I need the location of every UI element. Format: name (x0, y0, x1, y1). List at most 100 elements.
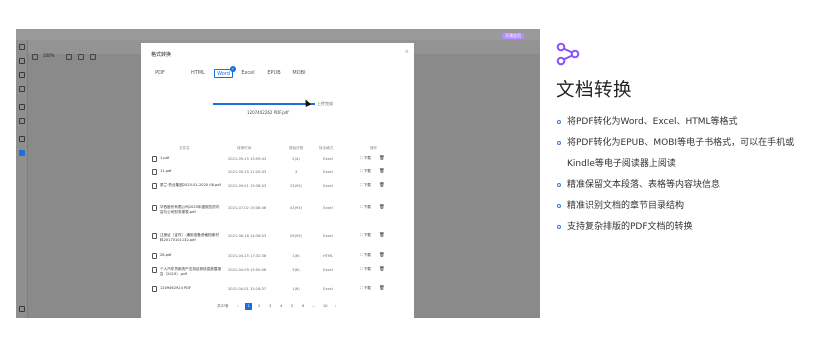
pagination: 共37条 ‹ 1 2 3 4 5 6 ... 10 › (141, 303, 414, 311)
delete-icon[interactable]: 🗑 (379, 267, 385, 272)
page-button[interactable]: 10 (323, 304, 328, 308)
convert-logo-icon (556, 42, 580, 66)
delete-icon[interactable]: 🗑 (379, 286, 385, 291)
tab-word-label: Word (217, 71, 230, 77)
file-icon (152, 169, 157, 175)
dialog-title: 格式转换 (151, 52, 172, 58)
search-icon[interactable] (19, 86, 25, 92)
upload-progress-bar (213, 103, 315, 105)
download-label: 下载 (363, 169, 371, 173)
play-icon[interactable] (19, 136, 25, 142)
download-button[interactable]: ⛶ 下载 (360, 205, 371, 210)
page-count: 2(4) (292, 157, 300, 161)
tab-html[interactable]: HTML (189, 69, 207, 78)
download-label: 下载 (363, 205, 371, 209)
page-count: 29(93) (290, 234, 302, 238)
file-icon (152, 253, 157, 259)
convert-time: 2021-09-15 11:20:43 (228, 170, 267, 174)
file-name: 1209462924 PDF (160, 286, 192, 290)
column-header: 原始页数 (289, 146, 304, 150)
tab-word[interactable]: Word ✓ (214, 66, 236, 78)
file-icon (152, 233, 157, 239)
page-button[interactable]: 6 (302, 304, 304, 308)
page-button[interactable]: 2 (258, 304, 260, 308)
delete-icon[interactable]: 🗑 (379, 205, 385, 210)
delete-icon[interactable]: 🗑 (379, 169, 385, 174)
convert-time: 2021-06-18 14:36:03 (228, 234, 267, 238)
file-name: 28.pdf (160, 253, 172, 257)
next-page-button[interactable]: › (335, 304, 336, 308)
file-icon (152, 286, 157, 292)
delete-icon[interactable]: 🗑 (379, 156, 385, 161)
prev-page-button[interactable]: ‹ (237, 304, 238, 308)
bullet-icon (557, 225, 561, 229)
settings-icon[interactable] (19, 306, 25, 312)
feature-text: 支持复杂排版的PDF文档的转换 (567, 222, 693, 232)
delete-icon[interactable]: 🗑 (379, 183, 385, 188)
column-header: 操作 (370, 146, 378, 150)
convert-time: 2021-07-02 15:08:46 (228, 206, 267, 210)
convert-time: 2021-04-15 17:32:38 (228, 254, 267, 258)
lock-icon[interactable] (19, 104, 25, 110)
tab-mobi[interactable]: MOBI (291, 69, 307, 78)
bookmark-icon[interactable] (19, 72, 25, 78)
vip-button[interactable]: 开通会员 (502, 33, 524, 39)
page-count: 3(6) (292, 268, 300, 272)
file-name: 1.pdf (160, 156, 170, 160)
download-button[interactable]: ⛶ 下载 (360, 156, 371, 161)
rotate-icon[interactable] (66, 54, 72, 60)
close-icon[interactable]: × (405, 49, 409, 55)
download-button[interactable]: ⛶ 下载 (360, 183, 371, 188)
page-ellipsis: ... (312, 304, 316, 308)
convert-icon[interactable] (19, 150, 25, 156)
page-count: 23(93) (290, 184, 302, 188)
zoom-level[interactable]: 100% (43, 53, 54, 58)
upload-progress-fill (213, 103, 315, 105)
output-format: Excel (323, 234, 333, 238)
output-format: Excel (323, 268, 333, 272)
download-button[interactable]: ⛶ 下载 (360, 233, 371, 238)
file-icon (152, 183, 157, 189)
feature-text-continued: Kindle等电子阅读器上阅读 (567, 159, 676, 169)
bullet-icon (557, 183, 561, 187)
download-button[interactable]: ⛶ 下载 (360, 267, 371, 272)
star-icon[interactable] (19, 118, 25, 124)
delete-icon[interactable]: 🗑 (379, 233, 385, 238)
page-button[interactable]: 5 (291, 304, 293, 308)
convert-time: 2021-04-01 15:18:37 (228, 287, 267, 291)
page-button-current[interactable]: 1 (245, 303, 252, 310)
panel-title: 文档转换 (556, 80, 633, 101)
folder-icon[interactable] (19, 44, 25, 50)
delete-icon[interactable]: 🗑 (379, 253, 385, 258)
column-header: 文件名 (179, 146, 190, 150)
download-label: 下载 (363, 183, 371, 187)
download-button[interactable]: ⛶ 下载 (360, 253, 371, 258)
page-button[interactable]: 4 (280, 304, 282, 308)
file-name: 11.pdf (160, 169, 172, 173)
feature-text: 精准保留文本段落、表格等内容块信息 (567, 180, 721, 190)
download-button[interactable]: ⛶ 下载 (360, 286, 371, 291)
fit-page-icon[interactable] (78, 54, 84, 60)
search-icon[interactable] (90, 54, 96, 60)
convert-time: 2021-09-15 15:09:43 (228, 157, 267, 161)
feature-text: 将PDF转化为EPUB、MOBI等电子书格式，可以在手机或 (567, 138, 795, 148)
download-button[interactable]: ⛶ 下载 (360, 169, 371, 174)
download-label: 下载 (363, 156, 371, 160)
feature-text: 将PDF转化为Word、Excel、HTML等格式 (567, 117, 738, 127)
mouse-cursor-icon (302, 98, 312, 107)
edit-icon[interactable] (19, 58, 25, 64)
column-header: 转换时间 (237, 146, 252, 150)
file-name: 注册证（证件）-通用准备资格档案材料20170101132.pdf (160, 233, 219, 242)
tab-pdf[interactable]: PDF (153, 69, 167, 78)
zoom-icon[interactable] (32, 54, 38, 60)
tab-epub[interactable]: EPUB (265, 69, 283, 78)
bullet-icon (557, 120, 561, 124)
left-sidebar (16, 40, 28, 318)
file-name: 个人汽车贷款资产支持证券信息披露报告（2019）.pdf (160, 267, 222, 276)
page-button[interactable]: 3 (269, 304, 271, 308)
page-root: 开通会员 100% 格式转换 × PDF HTML Word ✓ Excel E… (0, 0, 828, 359)
upload-status: 上传完成 (317, 101, 333, 106)
file-name: 泰兰·药业集团2020-01-2020 08.pdf (160, 183, 221, 187)
tab-excel[interactable]: Excel (240, 69, 256, 78)
download-label: 下载 (363, 253, 371, 257)
